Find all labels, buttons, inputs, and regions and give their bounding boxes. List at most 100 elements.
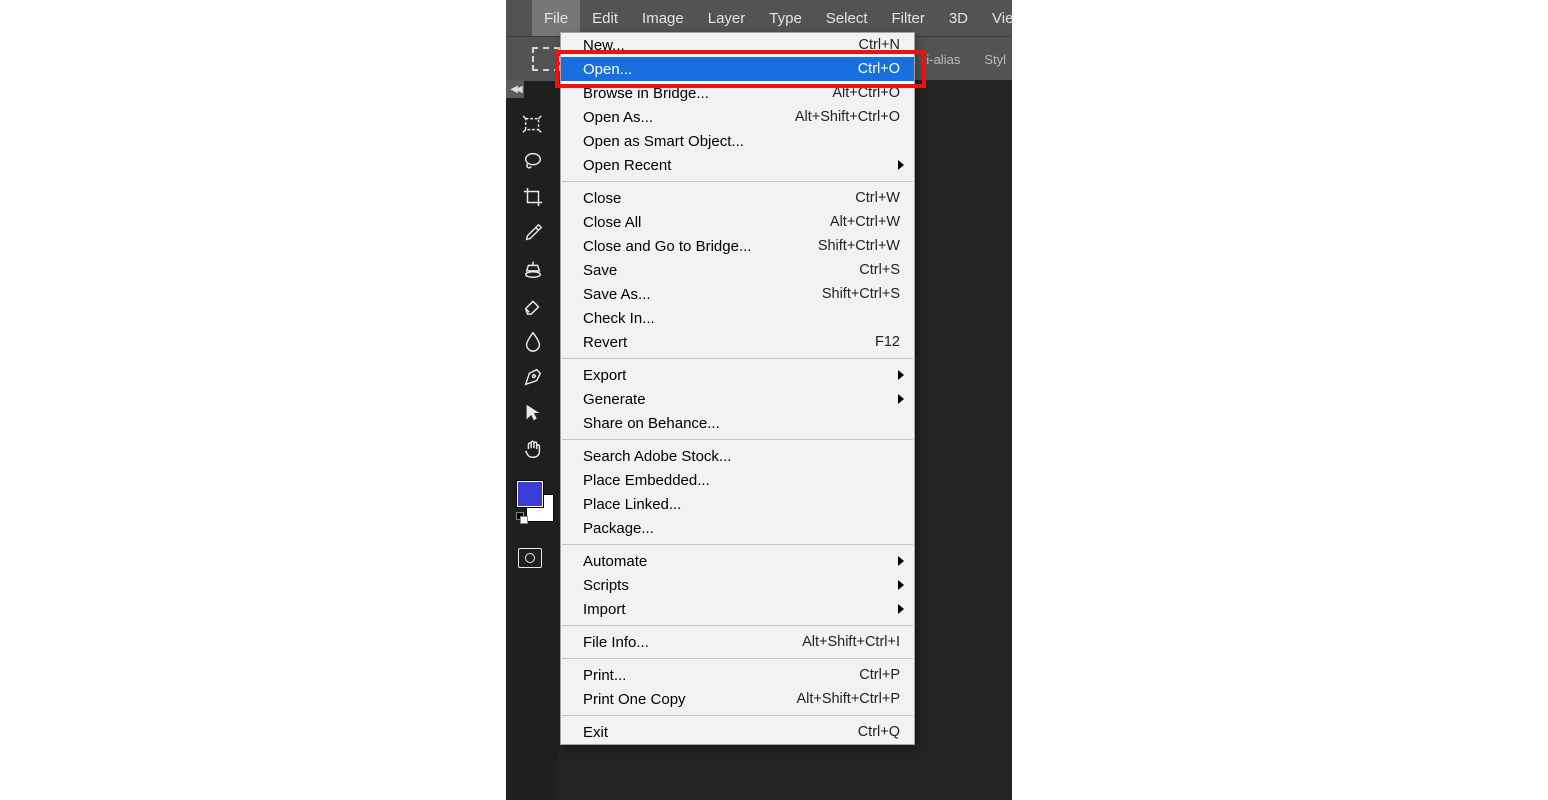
menuitem-close-and-go-to-bridge[interactable]: Close and Go to Bridge...Shift+Ctrl+W xyxy=(561,234,914,258)
menuitem-browse-in-bridge[interactable]: Browse in Bridge...Alt+Ctrl+O xyxy=(561,81,914,105)
eraser-tool[interactable] xyxy=(518,292,548,318)
menuitem-place-linked[interactable]: Place Linked... xyxy=(561,492,914,516)
menuitem-print[interactable]: Print...Ctrl+P xyxy=(561,663,914,687)
foreground-color-swatch[interactable] xyxy=(516,480,544,508)
menuitem-print-one-copy[interactable]: Print One CopyAlt+Shift+Ctrl+P xyxy=(561,687,914,711)
menu-layer[interactable]: Layer xyxy=(696,0,758,36)
menuitem-save-as[interactable]: Save As...Shift+Ctrl+S xyxy=(561,282,914,306)
menuitem-label: Close and Go to Bridge... xyxy=(583,238,818,255)
menuitem-shortcut: Alt+Ctrl+W xyxy=(830,214,900,230)
menu-type[interactable]: Type xyxy=(757,0,814,36)
rectangular-marquee-icon[interactable] xyxy=(532,47,560,71)
menuitem-generate[interactable]: Generate xyxy=(561,387,914,411)
menuitem-shortcut: Alt+Shift+Ctrl+O xyxy=(795,109,900,125)
menuitem-label: Share on Behance... xyxy=(583,415,900,432)
menuitem-package[interactable]: Package... xyxy=(561,516,914,540)
menuitem-label: Close xyxy=(583,190,855,207)
menuitem-label: Automate xyxy=(583,553,900,570)
menuitem-exit[interactable]: ExitCtrl+Q xyxy=(561,720,914,744)
menuitem-shortcut: Alt+Shift+Ctrl+I xyxy=(802,634,900,650)
artboard-tool[interactable] xyxy=(518,112,548,138)
chevron-right-icon xyxy=(898,394,904,404)
menuitem-label: Print One Copy xyxy=(583,691,796,708)
menuitem-label: File Info... xyxy=(583,634,802,651)
menuitem-label: Search Adobe Stock... xyxy=(583,448,900,465)
menuitem-open-as-smart-object[interactable]: Open as Smart Object... xyxy=(561,129,914,153)
menuitem-import[interactable]: Import xyxy=(561,597,914,621)
menu-separator xyxy=(562,625,913,626)
menuitem-label: Exit xyxy=(583,724,858,741)
menu-filter[interactable]: Filter xyxy=(880,0,937,36)
menuitem-label: Place Embedded... xyxy=(583,472,900,489)
menuitem-open[interactable]: Open...Ctrl+O xyxy=(561,57,914,81)
chevron-right-icon xyxy=(898,370,904,380)
menuitem-label: Revert xyxy=(583,334,875,351)
menuitem-label: Open Recent xyxy=(583,157,900,174)
panel-collapse-button[interactable]: ◀◀ xyxy=(506,80,524,98)
chevron-right-icon xyxy=(898,556,904,566)
menuitem-search-adobe-stock[interactable]: Search Adobe Stock... xyxy=(561,444,914,468)
menuitem-scripts[interactable]: Scripts xyxy=(561,573,914,597)
chevron-left-double-icon: ◀◀ xyxy=(510,84,519,95)
menuitem-automate[interactable]: Automate xyxy=(561,549,914,573)
lasso-tool[interactable] xyxy=(518,148,548,174)
pen-tool[interactable] xyxy=(518,364,548,390)
style-label-fragment: Styl xyxy=(984,52,1006,67)
menuitem-shortcut: Ctrl+Q xyxy=(858,724,900,740)
blur-tool[interactable] xyxy=(518,328,548,354)
menuitem-label: New... xyxy=(583,37,859,54)
menuitem-shortcut: Ctrl+O xyxy=(858,61,900,77)
menu-edit[interactable]: Edit xyxy=(580,0,630,36)
clone-stamp-tool[interactable] xyxy=(518,256,548,282)
menuitem-label: Place Linked... xyxy=(583,496,900,513)
menu-select[interactable]: Select xyxy=(814,0,880,36)
menuitem-label: Generate xyxy=(583,391,900,408)
menuitem-label: Export xyxy=(583,367,900,384)
menu-image[interactable]: Image xyxy=(630,0,696,36)
default-colors-icon[interactable] xyxy=(516,512,526,522)
menuitem-label: Print... xyxy=(583,667,859,684)
menuitem-save[interactable]: SaveCtrl+S xyxy=(561,258,914,282)
menuitem-export[interactable]: Export xyxy=(561,363,914,387)
menuitem-revert[interactable]: RevertF12 xyxy=(561,330,914,354)
chevron-right-icon xyxy=(898,604,904,614)
menuitem-label: Open As... xyxy=(583,109,795,126)
quick-mask-button[interactable] xyxy=(518,548,542,568)
menuitem-shortcut: Alt+Shift+Ctrl+P xyxy=(796,691,900,707)
hand-tool[interactable] xyxy=(518,436,548,462)
menuitem-place-embedded[interactable]: Place Embedded... xyxy=(561,468,914,492)
menu-vie[interactable]: Vie xyxy=(980,0,1025,36)
menu-separator xyxy=(562,715,913,716)
menuitem-shortcut: Ctrl+N xyxy=(859,37,901,53)
menu-3d[interactable]: 3D xyxy=(937,0,980,36)
antialias-label-fragment: ti-alias xyxy=(923,52,961,67)
menuitem-label: Save xyxy=(583,262,859,279)
menuitem-shortcut: F12 xyxy=(875,334,900,350)
menu-separator xyxy=(562,181,913,182)
menuitem-file-info[interactable]: File Info...Alt+Shift+Ctrl+I xyxy=(561,630,914,654)
menu-separator xyxy=(562,658,913,659)
menuitem-label: Open as Smart Object... xyxy=(583,133,900,150)
menuitem-shortcut: Ctrl+P xyxy=(859,667,900,683)
menuitem-share-on-behance[interactable]: Share on Behance... xyxy=(561,411,914,435)
menuitem-label: Check In... xyxy=(583,310,900,327)
menuitem-open-as[interactable]: Open As...Alt+Shift+Ctrl+O xyxy=(561,105,914,129)
menuitem-new[interactable]: New...Ctrl+N xyxy=(561,33,914,57)
chevron-right-icon xyxy=(898,160,904,170)
file-menu-dropdown: New...Ctrl+NOpen...Ctrl+OBrowse in Bridg… xyxy=(560,32,915,745)
menu-separator xyxy=(562,358,913,359)
color-swatches[interactable] xyxy=(516,480,552,530)
menu-file[interactable]: File xyxy=(532,0,580,36)
menuitem-close[interactable]: CloseCtrl+W xyxy=(561,186,914,210)
path-selection-tool[interactable] xyxy=(518,400,548,426)
menuitem-shortcut: Ctrl+W xyxy=(855,190,900,206)
menuitem-close-all[interactable]: Close AllAlt+Ctrl+W xyxy=(561,210,914,234)
menu-separator xyxy=(562,544,913,545)
menuitem-check-in[interactable]: Check In... xyxy=(561,306,914,330)
options-trail: ti-alias Styl xyxy=(923,52,1006,67)
crop-tool[interactable] xyxy=(518,184,548,210)
menubar: Ps FileEditImageLayerTypeSelectFilter3DV… xyxy=(506,0,1012,36)
eyedropper-tool[interactable] xyxy=(518,220,548,246)
menuitem-open-recent[interactable]: Open Recent xyxy=(561,153,914,177)
menuitem-shortcut: Shift+Ctrl+W xyxy=(818,238,900,254)
